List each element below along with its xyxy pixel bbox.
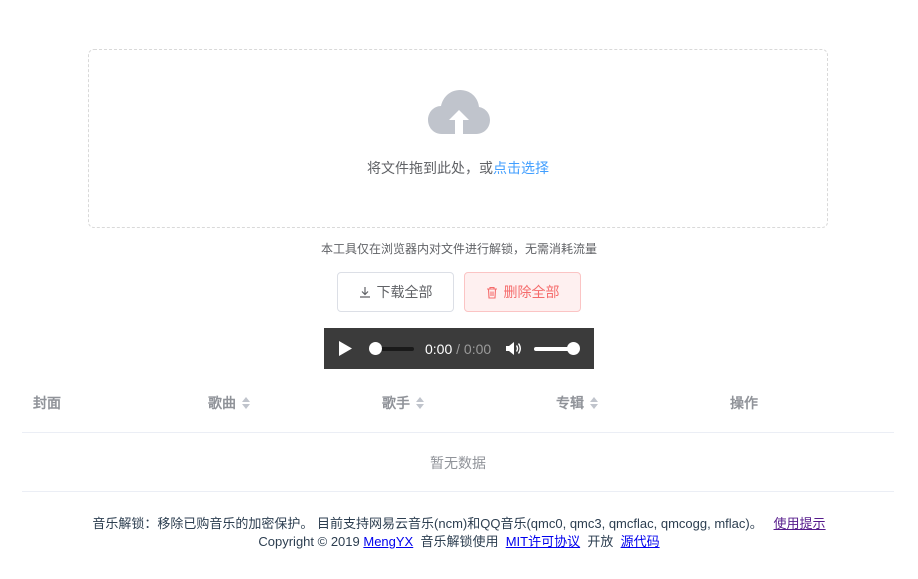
- sort-icon[interactable]: [590, 397, 598, 409]
- sort-icon[interactable]: [242, 397, 250, 409]
- footer-description-line: 音乐解锁：移除已购音乐的加密保护。 目前支持网易云音乐(ncm)和QQ音乐(qm…: [0, 513, 918, 532]
- source-link[interactable]: 源代码: [621, 534, 660, 549]
- footer-description: 音乐解锁：移除已购音乐的加密保护。 目前支持网易云音乐(ncm)和QQ音乐(qm…: [92, 516, 763, 531]
- column-album-label: 专辑: [556, 395, 584, 411]
- volume-icon[interactable]: [506, 341, 522, 356]
- delete-all-button[interactable]: 删除全部: [464, 272, 581, 312]
- copyright-text: Copyright © 2019: [258, 534, 360, 549]
- download-all-label: 下载全部: [376, 284, 433, 300]
- column-title[interactable]: 歌曲: [208, 393, 250, 413]
- usage-text: 音乐解锁使用: [420, 534, 499, 549]
- empty-text: 暂无数据: [430, 455, 486, 471]
- volume-thumb[interactable]: [567, 342, 580, 355]
- download-icon: [359, 287, 370, 298]
- privacy-tip: 本工具仅在浏览器内对文件进行解锁，无需消耗流量: [320, 242, 597, 256]
- time-display: 0:00 / 0:00: [425, 341, 491, 357]
- table-empty-row: 暂无数据: [22, 432, 894, 492]
- upload-instructions: 将文件拖到此处，或点击选择: [89, 158, 827, 178]
- sort-icon[interactable]: [416, 397, 424, 409]
- delete-all-label: 删除全部: [503, 284, 560, 300]
- author-link[interactable]: MengYX: [363, 534, 413, 549]
- column-actions: 操作: [730, 393, 758, 413]
- open-text: 开放: [587, 534, 614, 549]
- duration: 0:00: [463, 341, 492, 357]
- seek-thumb[interactable]: [369, 342, 382, 355]
- column-cover-label: 封面: [33, 395, 61, 411]
- table-header: 封面 歌曲 歌手 专辑 操作: [22, 380, 894, 433]
- current-time: 0:00: [425, 341, 453, 357]
- cloud-upload-icon: [428, 90, 490, 134]
- play-icon[interactable]: [338, 341, 352, 356]
- column-title-label: 歌曲: [208, 395, 236, 411]
- column-album[interactable]: 专辑: [556, 393, 598, 413]
- select-file-link[interactable]: 点击选择: [493, 160, 549, 176]
- column-actions-label: 操作: [730, 395, 758, 411]
- footer-copyright-line: Copyright © 2019 MengYX 音乐解锁使用 MIT许可协议 开…: [0, 531, 918, 550]
- download-all-button[interactable]: 下载全部: [337, 272, 454, 312]
- column-artist-label: 歌手: [382, 395, 410, 411]
- trash-icon: [486, 286, 497, 299]
- upload-text: 将文件拖到此处，或: [367, 160, 493, 176]
- license-link[interactable]: MIT许可协议: [506, 534, 580, 549]
- audio-player: 0:00 / 0:00: [324, 328, 594, 369]
- column-artist[interactable]: 歌手: [382, 393, 424, 413]
- upload-dropzone[interactable]: 将文件拖到此处，或点击选择: [88, 49, 828, 228]
- help-link[interactable]: 使用提示: [774, 516, 826, 531]
- time-separator: /: [452, 341, 464, 357]
- column-cover: 封面: [33, 393, 61, 413]
